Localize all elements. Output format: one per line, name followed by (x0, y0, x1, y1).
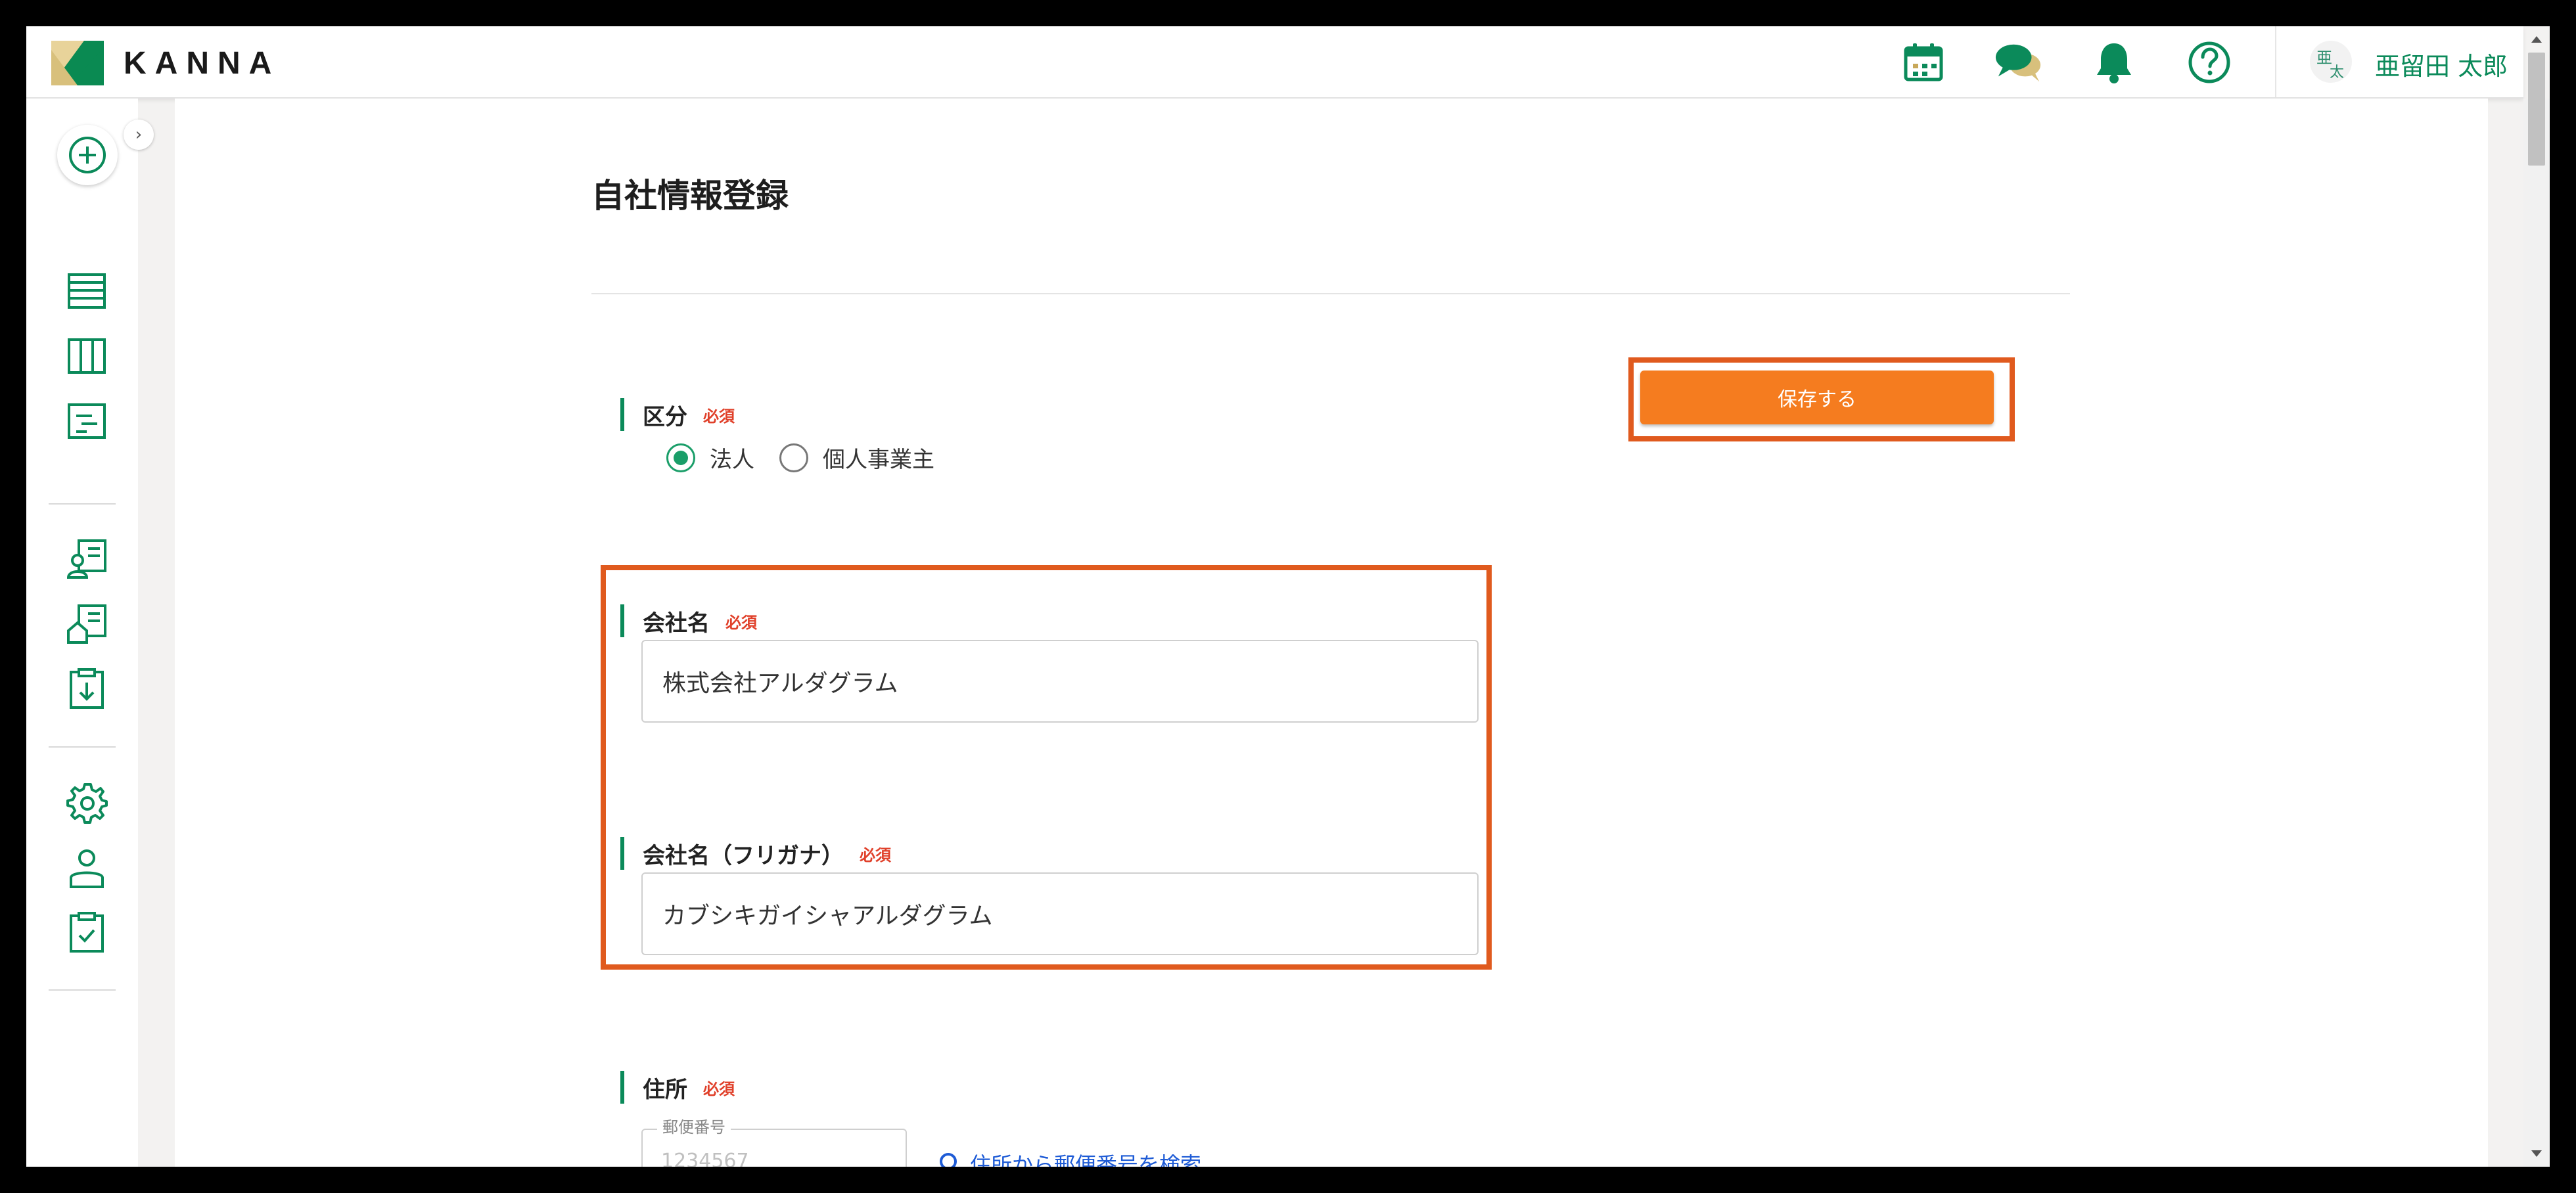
category-label: 区分 必須 (620, 398, 735, 431)
app-window: KANNA 亜 太 亜留田 太郎 › 自社情報登録 区分 必須 法人 個人事業主… (26, 26, 2550, 1167)
sidebar-divider (49, 989, 116, 991)
add-icon (69, 137, 106, 173)
sidebar-collapse-button[interactable]: › (124, 120, 154, 150)
client-doc-icon[interactable] (60, 533, 113, 585)
settings-icon[interactable] (60, 777, 113, 829)
kanna-logo[interactable]: KANNA (51, 41, 280, 85)
bell-icon[interactable] (2090, 38, 2138, 87)
sidebar-divider (49, 746, 116, 748)
scrollbar-thumb[interactable] (2528, 53, 2545, 166)
company-name-kana-input[interactable]: カブシキガイシャアルダグラム (641, 872, 1479, 955)
columns-icon[interactable] (60, 330, 113, 382)
postal-code-label: 郵便番号 (657, 1114, 731, 1137)
required-badge: 必須 (703, 406, 735, 426)
postal-code-placeholder: 1234567 (661, 1150, 749, 1167)
required-badge: 必須 (860, 845, 891, 865)
save-button[interactable]: 保存する (1640, 371, 1994, 424)
page-scrollbar[interactable] (2523, 99, 2550, 1167)
search-icon (940, 1153, 957, 1167)
checklist-icon[interactable] (60, 907, 113, 959)
user-name[interactable]: 亜留田 太郎 (2375, 46, 2508, 82)
help-icon[interactable] (2185, 38, 2234, 87)
company-name-kana-label: 会社名（フリガナ） 必須 (620, 837, 891, 870)
brand-name: KANNA (124, 45, 281, 81)
user-icon[interactable] (60, 842, 113, 895)
report-icon[interactable] (60, 395, 113, 447)
chevron-right-icon: › (135, 125, 143, 145)
scroll-up-icon[interactable] (2523, 26, 2550, 53)
scroll-down-icon[interactable] (2523, 1140, 2550, 1167)
address-search-link[interactable]: 住所から郵便番号を検索 (938, 1148, 1201, 1167)
chat-icon[interactable] (1994, 38, 2043, 87)
required-badge: 必須 (725, 612, 757, 632)
main-content (175, 99, 2488, 1167)
radio-unselected-icon (779, 443, 808, 472)
top-header: KANNA 亜 太 亜留田 太郎 (26, 26, 2523, 99)
required-badge: 必須 (703, 1079, 735, 1098)
download-doc-icon[interactable] (60, 663, 113, 715)
company-name-input[interactable]: 株式会社アルダグラム (641, 640, 1479, 723)
sidebar-divider (49, 503, 116, 505)
header-divider (2275, 26, 2276, 97)
radio-selected-icon (666, 443, 695, 472)
kanna-logo-mark-icon (51, 41, 104, 85)
calendar-icon[interactable] (1899, 38, 1948, 87)
title-divider (591, 293, 2070, 294)
address-label: 住所 必須 (620, 1071, 735, 1104)
radio-corporation[interactable]: 法人 (666, 441, 754, 474)
page-title: 自社情報登録 (591, 177, 789, 215)
add-new-button[interactable] (57, 125, 118, 185)
company-name-label: 会社名 必須 (620, 604, 757, 637)
avatar[interactable]: 亜 太 (2310, 41, 2352, 83)
radio-sole-proprietor[interactable]: 個人事業主 (779, 441, 934, 474)
property-doc-icon[interactable] (60, 598, 113, 650)
list-icon[interactable] (60, 265, 113, 317)
